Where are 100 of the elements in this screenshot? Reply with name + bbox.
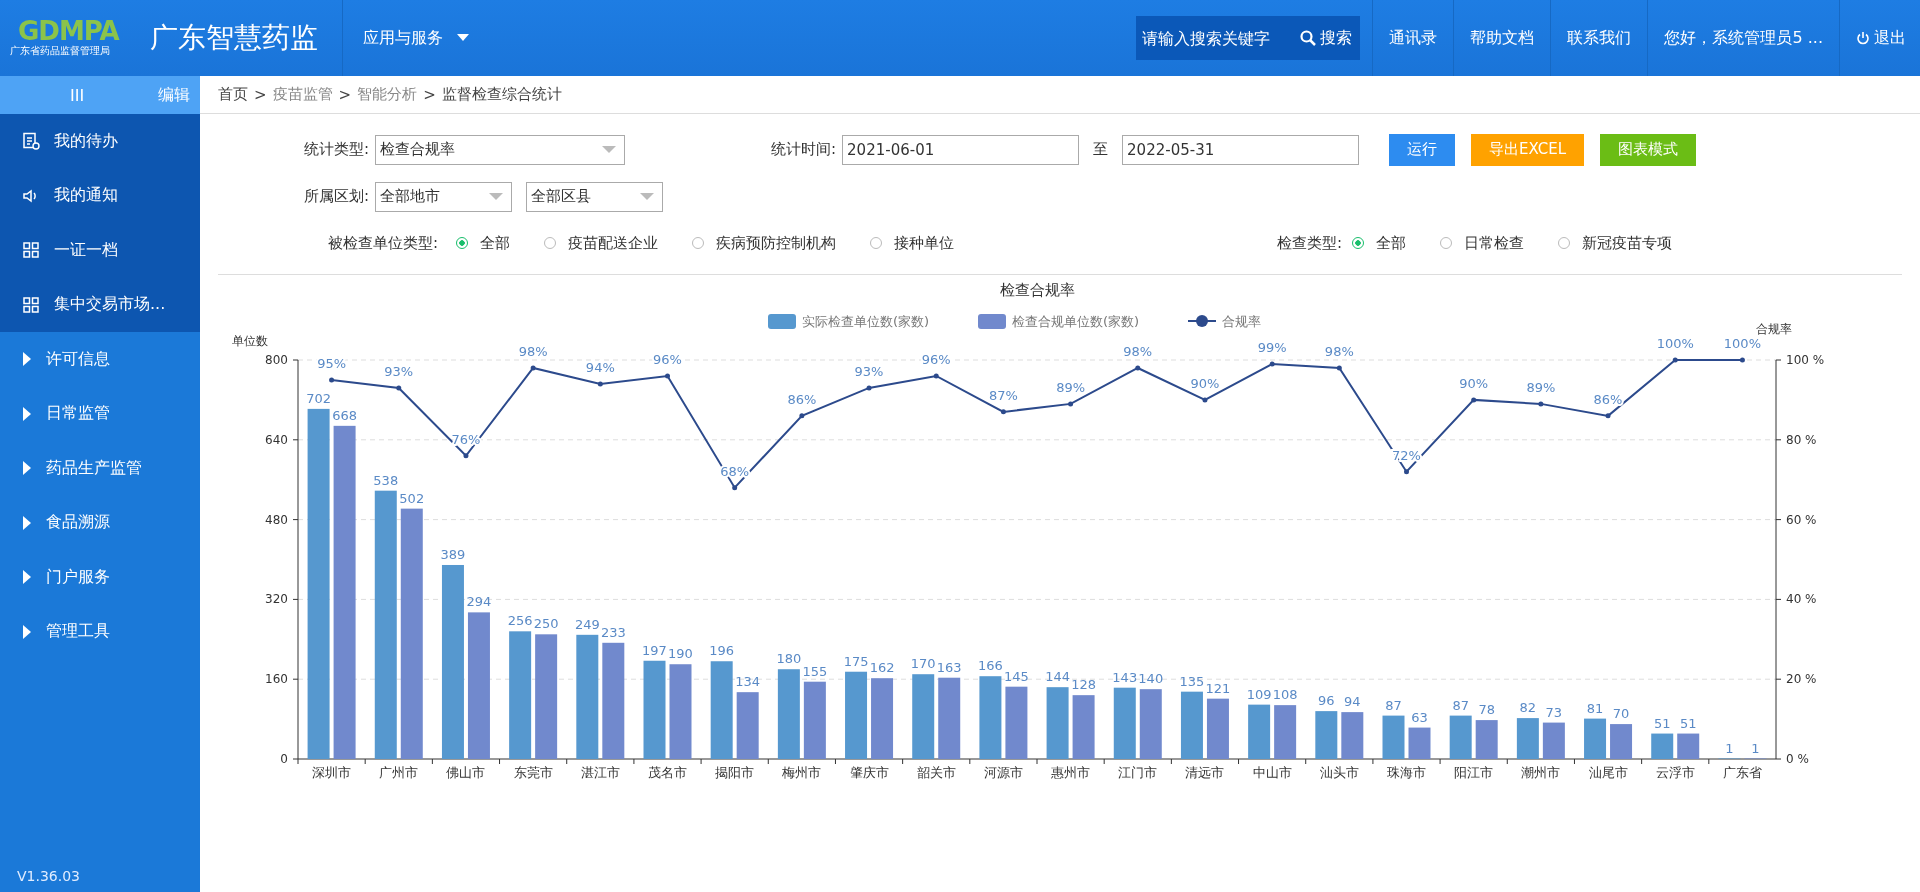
header-link[interactable]: 联系我们: [1550, 0, 1648, 76]
data-label: 96%: [921, 351, 951, 367]
data-label: 166: [978, 658, 1003, 674]
end-date-field[interactable]: 2022-05-31: [1122, 134, 1360, 165]
start-date-field[interactable]: 2021-06-01: [842, 134, 1080, 165]
bar: [1113, 687, 1136, 759]
bar: [1475, 720, 1498, 759]
header-link[interactable]: 您好，系统管理员5 ...: [1647, 0, 1839, 76]
bar: [1139, 689, 1162, 759]
data-label: 294: [466, 594, 492, 610]
breadcrumb-link[interactable]: 疫苗监管: [272, 85, 333, 104]
radio-option[interactable]: 全部: [456, 233, 510, 253]
data-label: 100%: [1656, 336, 1694, 351]
breadcrumb-link[interactable]: 智能分析: [357, 85, 418, 104]
sidebar-item[interactable]: 食品溯源: [0, 495, 200, 550]
line-point: [866, 385, 872, 391]
bar: [1274, 705, 1297, 759]
chart-title: 检查合规率: [999, 281, 1075, 299]
radio-option[interactable]: 日常检查: [1440, 233, 1524, 253]
action-button[interactable]: 运行: [1389, 133, 1456, 166]
axis-tick-label: 60 %: [1786, 512, 1817, 527]
city-select[interactable]: 全部地市: [375, 181, 512, 212]
axis-tick-label: 0: [280, 752, 288, 766]
line-point: [1068, 401, 1074, 407]
line-point: [1202, 397, 1208, 403]
sidebar-item[interactable]: 我的待办: [0, 114, 200, 169]
axis-tick-label: 河源市: [983, 765, 1023, 780]
data-label: 502: [399, 490, 425, 506]
sidebar-item[interactable]: 药品生产监管: [0, 441, 200, 496]
sidebar-item[interactable]: 集中交易市场...: [0, 277, 200, 332]
axis-tick-label: 梅州市: [782, 765, 822, 780]
data-label: 87: [1452, 697, 1469, 713]
sidebar-item[interactable]: 管理工具: [0, 604, 200, 659]
app-title: 广东智慧药监: [150, 20, 318, 56]
radio-button[interactable]: [1352, 237, 1364, 249]
radio-option[interactable]: 疾病预防控制机构: [692, 233, 836, 253]
data-label: 98%: [1123, 344, 1153, 359]
sidebar-item[interactable]: 一证一档: [0, 223, 200, 278]
line-point: [1336, 365, 1342, 371]
axis-tick-label: 中山市: [1252, 765, 1292, 780]
radio-button[interactable]: [456, 237, 468, 249]
line-point: [1605, 413, 1611, 419]
header-link[interactable]: 通讯录: [1372, 0, 1454, 76]
breadcrumb-link[interactable]: 首页: [218, 85, 248, 104]
axis-tick-label: 江门市: [1118, 765, 1158, 780]
data-label: 143: [1112, 669, 1138, 685]
sidebar-item[interactable]: 门户服务: [0, 550, 200, 605]
data-label: 96: [1318, 693, 1335, 709]
line-point: [329, 377, 335, 383]
data-label: 94%: [585, 359, 615, 375]
bar: [1206, 698, 1229, 759]
data-label: 197: [642, 642, 667, 658]
data-label: 89%: [1526, 379, 1556, 395]
axis-tick-label: 160: [265, 672, 288, 687]
expand-arrow-icon: [22, 624, 32, 639]
radio-option[interactable]: 接种单位: [870, 233, 954, 253]
bar: [1382, 715, 1405, 759]
data-label: 538: [373, 472, 399, 488]
axis-tick-label: 40 %: [1786, 592, 1817, 607]
search-button[interactable]: 搜索: [1296, 16, 1361, 60]
data-label: 87: [1385, 697, 1402, 713]
data-label: 190: [668, 646, 693, 662]
breadcrumb-separator: >: [338, 85, 352, 104]
data-label: 389: [440, 547, 466, 562]
bar: [736, 692, 759, 759]
breadcrumb-link[interactable]: 监督检查综合统计: [441, 85, 562, 104]
axis-tick-label: 80 %: [1786, 432, 1817, 447]
sidebar-item[interactable]: 我的通知: [0, 168, 200, 223]
radio-option[interactable]: 疫苗配送企业: [544, 233, 658, 253]
bar: [1408, 727, 1431, 759]
bar: [1651, 733, 1674, 759]
data-label: 86%: [787, 391, 817, 407]
data-label: 99%: [1257, 340, 1287, 355]
axis-tick-label: 茂名市: [648, 765, 687, 780]
data-label: 96%: [653, 351, 682, 367]
expand-arrow-icon: [22, 515, 32, 530]
axis-tick-label: 揭阳市: [715, 765, 755, 780]
logout-link[interactable]: 退出: [1839, 0, 1920, 76]
services-menu[interactable]: 应用与服务: [342, 0, 489, 76]
header-link[interactable]: 帮助文档: [1453, 0, 1551, 76]
data-label: 94: [1344, 694, 1361, 710]
axis-tick-label: 珠海市: [1387, 765, 1426, 780]
data-label: 140: [1138, 671, 1164, 687]
data-label: 144: [1045, 669, 1070, 685]
bar: [1341, 712, 1364, 759]
search-field[interactable]: 请输入搜索关键字: [1136, 16, 1297, 60]
data-label: 196: [709, 643, 735, 659]
stat-type-select[interactable]: 检查合规率: [375, 134, 625, 165]
data-label: 81: [1586, 700, 1604, 716]
line-point: [933, 373, 939, 379]
field-label: 统计时间:: [771, 140, 837, 159]
radio-option[interactable]: 新冠疫苗专项: [1558, 233, 1672, 253]
radio-option[interactable]: 全部: [1352, 233, 1406, 253]
data-label: 121: [1205, 680, 1231, 696]
axis-tick-label: 0 %: [1786, 752, 1809, 766]
axis-tick-label: 20 %: [1786, 672, 1817, 687]
county-select[interactable]: 全部区县: [526, 181, 663, 212]
logo: GDMPA 广东省药品监督管理局: [9, 15, 121, 58]
sidebar-item[interactable]: 日常监管: [0, 386, 200, 441]
sidebar-item[interactable]: 许可信息: [0, 332, 200, 387]
